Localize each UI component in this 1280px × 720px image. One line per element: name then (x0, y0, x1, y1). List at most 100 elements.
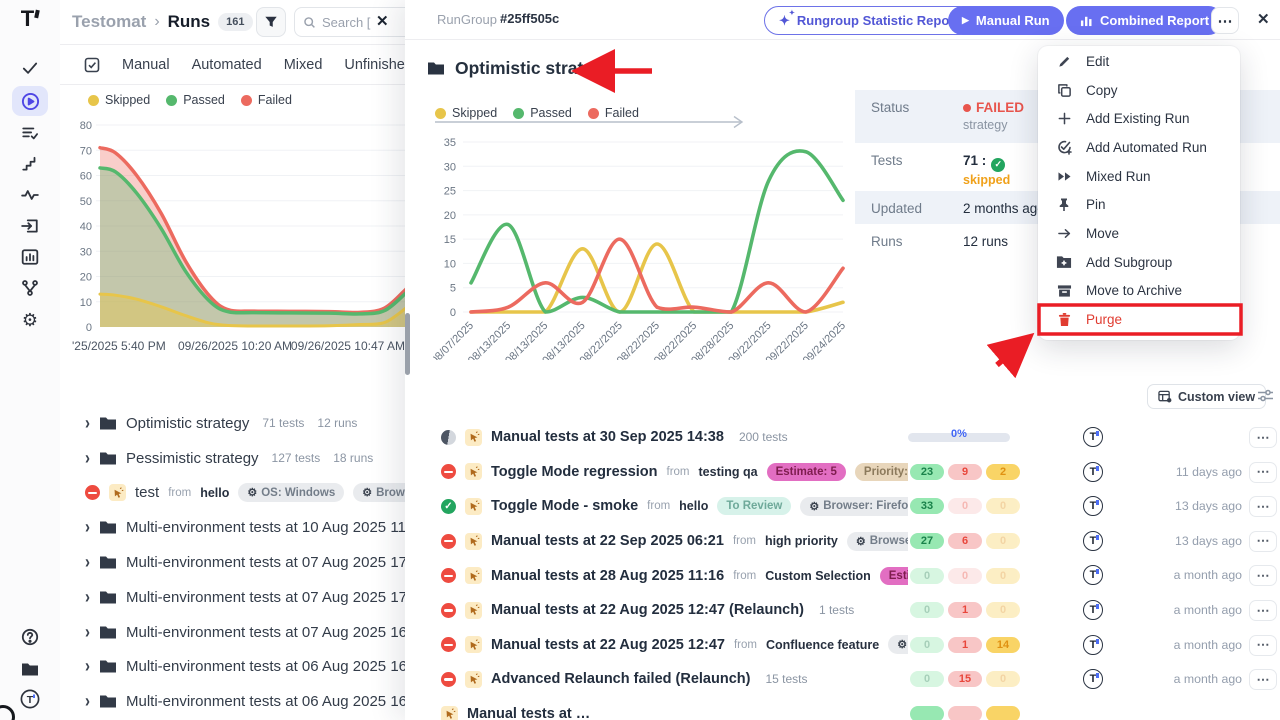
reporter-logo: T (1083, 635, 1103, 655)
sidebar-item-list-check[interactable] (12, 118, 48, 148)
menu-item-move-to-archive[interactable]: Move to Archive (1038, 277, 1240, 306)
chevron-right-icon[interactable]: › (85, 587, 90, 608)
brand-logo[interactable]: T (0, 6, 60, 32)
sidebar-item-import[interactable] (12, 211, 48, 241)
folder-icon (99, 659, 117, 674)
chevron-right-icon[interactable]: › (85, 552, 90, 573)
menu-item-purge[interactable]: Purge (1038, 305, 1240, 334)
run-row-main: Manual tests at 30 Sep 2025 14:38200 tes… (441, 420, 908, 455)
menu-item-pin[interactable]: Pin (1038, 190, 1240, 219)
tree-group-row[interactable]: ›Optimistic strategy71 tests12 runs (60, 406, 405, 441)
chevron-right-icon[interactable]: › (85, 691, 90, 712)
passed-pill: 23 (910, 464, 944, 480)
run-title: Manual tests at 30 Sep 2025 14:38 (491, 429, 724, 445)
breadcrumb-app[interactable]: Testomat (72, 12, 146, 32)
tree-group-row[interactable]: ›Multi-environment tests at 06 Aug 2025 … (60, 684, 405, 719)
sidebar-item-gear[interactable]: ⚙ (12, 305, 48, 335)
tab-automated[interactable]: Automated (192, 57, 262, 73)
rungroup-statistic-report-button[interactable]: ✦ Rungroup Statistic Report (764, 6, 974, 35)
legend-dot-passed (513, 108, 524, 119)
menu-item-edit[interactable]: Edit (1038, 47, 1240, 76)
tab-unfinished[interactable]: Unfinished (344, 57, 405, 73)
more-actions-button[interactable]: ⋯ (1211, 7, 1239, 34)
tree-group-row[interactable]: ›Multi-environment tests at 07 Aug 2025 … (60, 615, 405, 650)
tree-run-row[interactable]: testfromhello⚙OS: Windows⚙Browser: Chrom… (60, 476, 405, 511)
menu-item-add-existing-run[interactable]: Add Existing Run (1038, 104, 1240, 133)
run-timestamp: 13 days ago (1175, 499, 1242, 513)
menu-item-mixed-run[interactable]: Mixed Run (1038, 162, 1240, 191)
close-icon[interactable]: ✕ (1257, 10, 1270, 28)
sidebar-item-branch[interactable] (12, 273, 48, 303)
manual-run-button[interactable]: ▶ Manual Run (948, 6, 1064, 35)
view-settings-icon[interactable] (1257, 388, 1274, 403)
row-more-button[interactable]: ⋯ (1249, 496, 1277, 517)
chevron-right-icon[interactable]: › (85, 517, 90, 538)
sidebar-item-play-circle[interactable] (12, 86, 48, 116)
row-more-button[interactable]: ⋯ (1249, 600, 1277, 621)
tree-group-row[interactable]: ›Multi-environment tests at 06 Aug 2025 … (60, 650, 405, 685)
tree-group-row[interactable]: ›Multi-environment tests at 10 Aug 2025 … (60, 510, 405, 545)
runs-checklist-icon[interactable] (84, 57, 100, 73)
chevron-right-icon[interactable]: › (85, 622, 90, 643)
run-row[interactable]: Manual tests at 22 Sep 2025 06:21fromhig… (405, 524, 1280, 559)
custom-view-button[interactable]: Custom view (1147, 384, 1266, 409)
run-row[interactable]: Manual tests at 22 Aug 2025 12:47fromCon… (405, 628, 1280, 663)
run-row[interactable]: Advanced Relaunch failed (Relaunch)15 te… (405, 662, 1280, 697)
search-clear-icon[interactable]: ✕ (376, 12, 389, 30)
tree-group-row[interactable]: ›Multi-environment tests at 07 Aug 2025 … (60, 545, 405, 580)
tests-value: 71 :✓ (963, 153, 1010, 170)
run-row[interactable]: Manual tests at 28 Aug 2025 11:16fromCus… (405, 558, 1280, 593)
status-failed-icon (441, 637, 456, 652)
manual-test-icon (465, 671, 482, 688)
runs-count-badge: 161 (218, 13, 252, 31)
sidebar-item-activity[interactable] (12, 180, 48, 210)
folder-icon (99, 590, 117, 605)
chevron-right-icon[interactable]: › (85, 448, 90, 469)
menu-item-copy[interactable]: Copy (1038, 76, 1240, 105)
status-value: FAILED (963, 100, 1024, 115)
run-row[interactable]: Manual tests at … (405, 697, 1280, 720)
sidebar-item-folder[interactable] (12, 654, 48, 684)
gear-icon: ⚙ (856, 535, 866, 548)
row-more-button[interactable]: ⋯ (1249, 669, 1277, 690)
row-more-button[interactable]: ⋯ (1249, 635, 1277, 656)
badge-label: Estimate: 5 (889, 570, 908, 582)
run-row[interactable]: Manual tests at 22 Aug 2025 12:47 (Relau… (405, 593, 1280, 628)
rungroup-label: RunGroup (437, 12, 497, 27)
row-more-button[interactable]: ⋯ (1249, 565, 1277, 586)
row-more-button[interactable]: ⋯ (1249, 427, 1277, 448)
row-more-button[interactable]: ⋯ (1249, 531, 1277, 552)
run-row[interactable]: Manual tests at 30 Sep 2025 14:38200 tes… (405, 420, 1280, 455)
sidebar-item-steps[interactable] (12, 149, 48, 179)
menu-item-add-subgroup[interactable]: Add Subgroup (1038, 248, 1240, 277)
run-row[interactable]: Toggle Mode - smokefromhelloTo Review⚙Br… (405, 489, 1280, 524)
skipped-pill: 0 (986, 568, 1020, 584)
sidebar-rail: T ⚙ T (0, 0, 60, 720)
menu-item-move[interactable]: Move (1038, 219, 1240, 248)
from-source: high priority (765, 534, 838, 548)
chevron-right-icon[interactable]: › (85, 656, 90, 677)
status-passed-icon (441, 499, 456, 514)
tab-mixed[interactable]: Mixed (284, 57, 323, 73)
sidebar-item-help[interactable] (12, 622, 48, 652)
sidebar-item-logo[interactable]: T (12, 684, 48, 714)
folder-icon (99, 694, 117, 709)
sidebar-item-check[interactable] (12, 53, 48, 83)
badge-label: OS: Windows (261, 487, 335, 499)
legend-dot-failed (588, 108, 599, 119)
legend-item-skipped: Skipped (435, 106, 497, 120)
scrollbar-thumb[interactable] (405, 313, 410, 375)
badge-env: ⚙Browser: Firefox (800, 497, 908, 516)
tree-group-row[interactable]: ›Pessimistic strategy127 tests18 runs (60, 441, 405, 476)
sidebar-item-chart[interactable] (12, 242, 48, 272)
chevron-right-icon[interactable]: › (85, 413, 90, 434)
progress-percent: 0% (908, 428, 1010, 440)
tree-group-row[interactable]: ›Multi-environment tests at 07 Aug 2025 … (60, 580, 405, 615)
tab-manual[interactable]: Manual (122, 57, 170, 73)
status-inprogress-icon (441, 430, 456, 445)
row-more-button[interactable]: ⋯ (1249, 462, 1277, 483)
run-row[interactable]: Toggle Mode regressionfromtesting qaEsti… (405, 455, 1280, 490)
filter-button[interactable] (256, 7, 286, 37)
menu-item-add-automated-run[interactable]: Add Automated Run (1038, 133, 1240, 162)
combined-report-button[interactable]: Combined Report (1066, 6, 1223, 35)
